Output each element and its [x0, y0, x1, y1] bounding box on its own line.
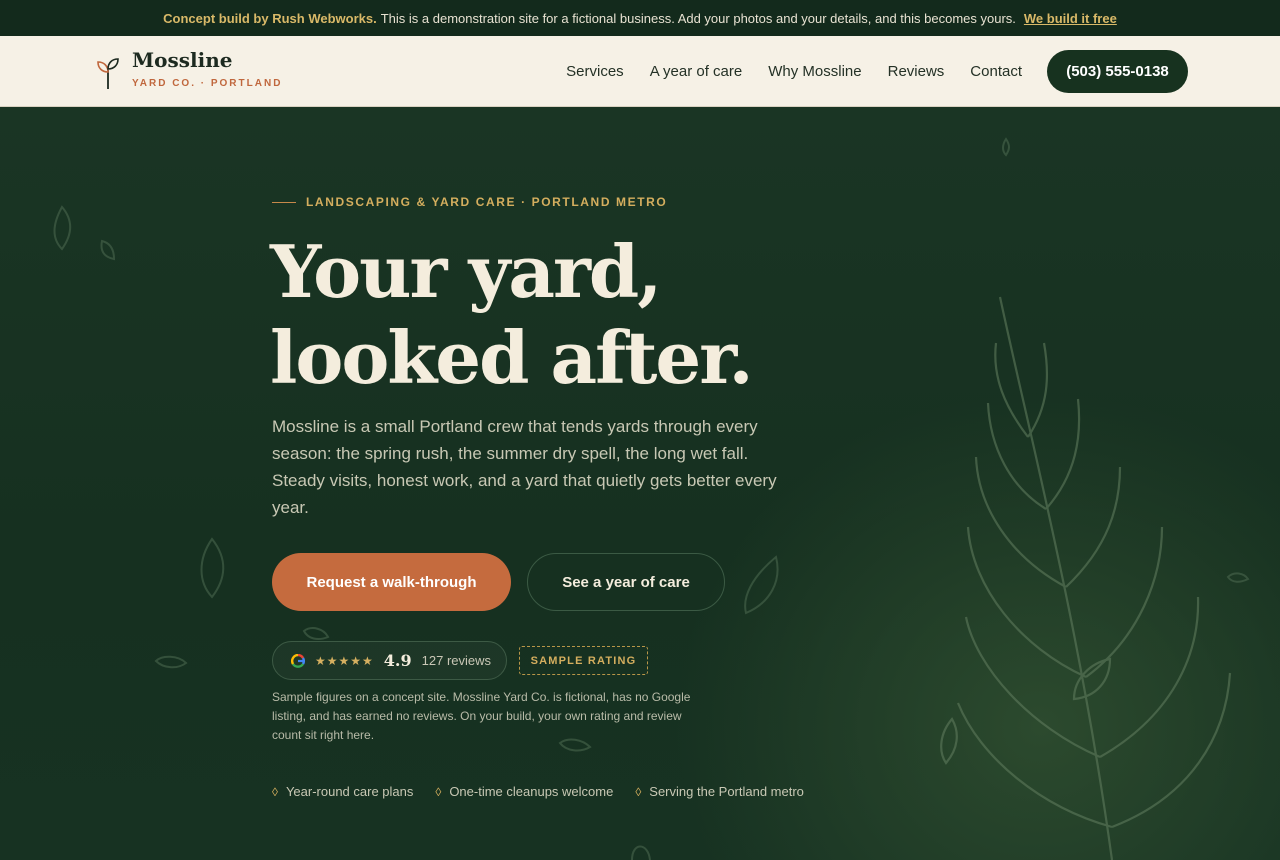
leaf-icon: ◊	[635, 784, 642, 799]
rating-score: 4.9	[383, 651, 412, 670]
perks-list: ◊ Year-round care plans ◊ One-time clean…	[272, 784, 804, 799]
banner-message: This is a demonstration site for a ficti…	[380, 10, 1016, 26]
logo[interactable]: Mossline YARD CO. · PORTLAND	[96, 50, 282, 90]
google-icon	[291, 653, 305, 668]
nav-services[interactable]: Services	[566, 63, 624, 80]
review-count: 127 reviews	[421, 653, 492, 668]
phone-button[interactable]: (503) 555-0138	[1047, 50, 1188, 93]
logo-name: Mossline	[132, 48, 233, 72]
nav-reviews[interactable]: Reviews	[888, 63, 945, 80]
hero-title: Your yard, looked after.	[270, 229, 754, 400]
leaf-icon: ◊	[272, 784, 278, 799]
hero-section: LANDSCAPING & YARD CARE · PORTLAND METRO…	[0, 107, 1280, 860]
request-walkthrough-button[interactable]: Request a walk-through	[272, 553, 511, 611]
perk-label: Serving the Portland metro	[649, 784, 804, 799]
nav-why-mossline[interactable]: Why Mossline	[768, 63, 861, 80]
perk-item: ◊ Serving the Portland metro	[635, 784, 804, 799]
banner-link[interactable]: We build it free	[1024, 11, 1117, 26]
perk-label: Year-round care plans	[285, 784, 414, 799]
site-header: Mossline YARD CO. · PORTLAND Services A …	[0, 36, 1280, 107]
eyebrow-text: LANDSCAPING & YARD CARE · PORTLAND METRO	[306, 195, 668, 209]
see-year-of-care-button[interactable]: See a year of care	[527, 553, 725, 611]
sprout-icon	[97, 58, 119, 89]
sample-disclaimer: Sample figures on a concept site. Mossli…	[272, 690, 691, 742]
hero-lede: Mossline is a small Portland crew that t…	[272, 417, 777, 517]
eyebrow-rule	[272, 201, 296, 203]
rating-pill: ★★★★★ 4.9 127 reviews	[272, 641, 507, 680]
nav-contact[interactable]: Contact	[970, 63, 1022, 80]
nav-year-of-care[interactable]: A year of care	[650, 63, 743, 80]
perk-item: ◊ Year-round care plans	[272, 784, 413, 799]
sample-rating-badge: SAMPLE RATING	[519, 646, 648, 675]
main-nav: Services A year of care Why Mossline Rev…	[566, 36, 1022, 107]
star-rating-icon: ★★★★★	[315, 653, 374, 668]
hero-eyebrow: LANDSCAPING & YARD CARE · PORTLAND METRO	[272, 195, 667, 209]
perk-item: ◊ One-time cleanups welcome	[435, 784, 613, 799]
logo-subtitle: YARD CO. · PORTLAND	[132, 78, 283, 89]
banner-brand: Concept build by Rush Webworks.	[163, 10, 377, 26]
leaf-icon: ◊	[435, 784, 442, 799]
perk-label: One-time cleanups welcome	[449, 784, 614, 799]
announcement-banner: Concept build by Rush Webworks. This is …	[0, 0, 1280, 36]
